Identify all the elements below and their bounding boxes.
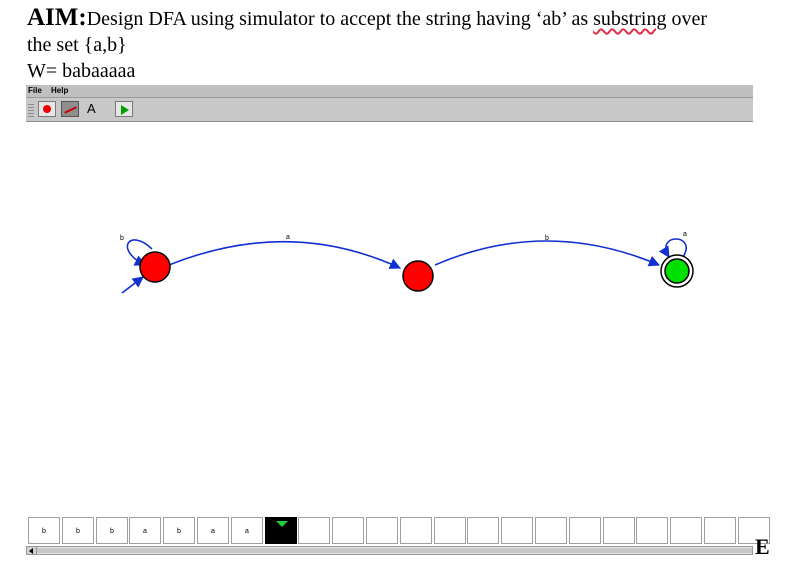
tape-cell[interactable]: b (28, 517, 60, 544)
transition-label-q0-q1: a (286, 234, 290, 241)
tape-cell[interactable]: a (197, 517, 229, 544)
tape-head-marker-icon (276, 521, 288, 527)
state-q2[interactable] (664, 258, 690, 284)
tape-symbol: b (110, 528, 114, 535)
tape-symbol: b (177, 528, 181, 535)
state-q1[interactable] (402, 260, 434, 292)
aim-text-line2: the set {a,b} (27, 34, 127, 56)
aim-text-part1: Design DFA using simulator to accept the… (86, 8, 594, 30)
dfa-canvas[interactable]: b a b a (26, 85, 753, 515)
transition-label-q0-q0: b (120, 235, 124, 242)
dfa-states (139, 251, 694, 292)
state-q0[interactable] (139, 251, 171, 283)
dfa-edges (121, 238, 687, 294)
tape-cell[interactable]: a (129, 517, 161, 544)
tape-symbol: b (42, 528, 46, 535)
input-string-line: W= babaaaaa (27, 60, 136, 82)
aim-label: AIM: (27, 4, 87, 31)
tape-cell[interactable]: b (62, 517, 94, 544)
tape-cell[interactable] (535, 517, 567, 544)
aim-heading: AIM:Design DFA using simulator to accept… (27, 4, 707, 32)
scroll-track[interactable] (37, 548, 752, 553)
tape-symbol: a (245, 528, 249, 535)
tape-scrollbar[interactable] (26, 546, 753, 555)
transition-label-q1-q2: b (545, 235, 549, 242)
tape-cell[interactable] (569, 517, 601, 544)
tape-cell[interactable] (434, 517, 466, 544)
aim-text-part2: over (666, 8, 707, 30)
tape-symbol: a (211, 528, 215, 535)
tape-cell[interactable]: b (96, 517, 128, 544)
tape-cell-head[interactable] (265, 517, 297, 544)
initial-arrow (121, 276, 144, 294)
tape-cell[interactable] (603, 517, 635, 544)
trailing-label: E (755, 534, 770, 559)
dfa-edge-labels: b a b a (120, 231, 687, 242)
tape-symbol: b (76, 528, 80, 535)
tape-symbol: a (143, 528, 147, 535)
tape-cell[interactable]: a (231, 517, 263, 544)
transition-q1-q2[interactable] (434, 240, 661, 267)
tape-cell[interactable] (366, 517, 398, 544)
tape-cell[interactable] (332, 517, 364, 544)
tape-cell[interactable] (636, 517, 668, 544)
tape-cell[interactable] (467, 517, 499, 544)
tape-cell[interactable] (501, 517, 533, 544)
aim-text-spell: substring (593, 8, 667, 30)
tape-cell[interactable] (670, 517, 702, 544)
tape-cell[interactable] (298, 517, 330, 544)
tape-cell[interactable] (400, 517, 432, 544)
tape-cell[interactable] (704, 517, 736, 544)
tape-cell[interactable]: b (163, 517, 195, 544)
scroll-left-arrow-icon[interactable] (27, 547, 37, 554)
transition-q0-q1[interactable] (168, 240, 402, 269)
transition-label-q2-q2: a (683, 231, 687, 238)
simulator-window: File Help A b a b a b b b a b a a (26, 85, 770, 557)
